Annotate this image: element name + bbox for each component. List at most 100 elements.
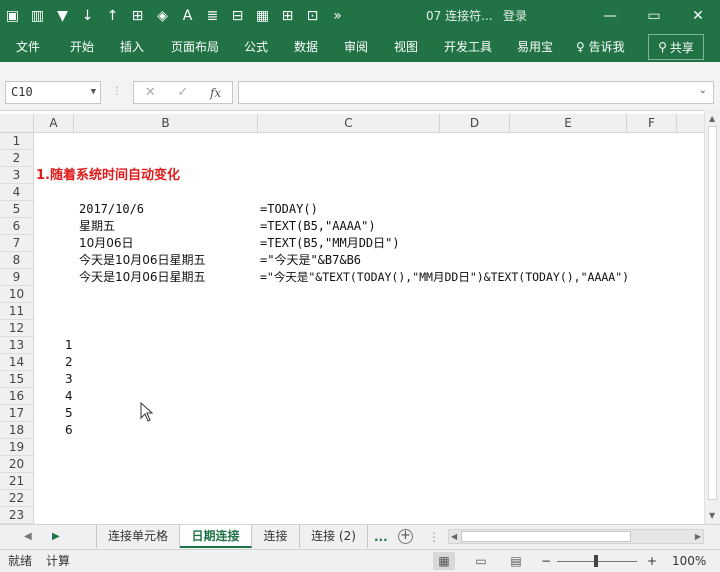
restore-icon[interactable]: ▭ xyxy=(632,0,676,32)
row-header[interactable]: 16 xyxy=(0,388,34,405)
resize-handle[interactable]: ⋮ xyxy=(112,86,122,97)
cell-b14[interactable]: 2 xyxy=(65,354,73,371)
chevron-down-icon[interactable]: ▼ xyxy=(91,82,96,103)
row-header[interactable]: 10 xyxy=(0,286,34,303)
tab-developer[interactable]: 开发工具 xyxy=(444,32,492,62)
formula-input[interactable]: ⌄ xyxy=(238,81,714,104)
vertical-scroll-thumb[interactable] xyxy=(708,126,717,500)
row-header[interactable]: 7 xyxy=(0,235,34,252)
row-header[interactable]: 12 xyxy=(0,320,34,337)
fill-color-icon[interactable]: ◈ xyxy=(150,0,175,32)
row-header[interactable]: 5 xyxy=(0,201,34,218)
prev-sheet-icon[interactable]: ◀ xyxy=(24,525,32,549)
close-icon[interactable]: ✕ xyxy=(676,0,720,32)
cell-c9[interactable]: ="今天是"&TEXT(TODAY(),"MM月DD日")&TEXT(TODAY… xyxy=(260,269,629,286)
cell-b6[interactable]: 星期五 xyxy=(79,218,115,235)
cell-c8[interactable]: ="今天是"&B7&B6 xyxy=(260,252,361,269)
add-sheet-button[interactable]: + xyxy=(398,529,413,544)
column-header-a[interactable]: A xyxy=(34,114,74,133)
column-header-g[interactable] xyxy=(677,114,704,133)
worksheet-grid[interactable]: A B C D E F 1 2 3 4 5 6 7 8 9 10 11 12 1… xyxy=(0,114,704,524)
sort-asc-icon[interactable]: ↓ xyxy=(75,0,100,32)
select-icon[interactable]: ▦ xyxy=(250,0,275,32)
cell-b9[interactable]: 今天是10月06日星期五 xyxy=(79,269,206,286)
tab-page-layout[interactable]: 页面布局 xyxy=(171,32,219,62)
zoom-level[interactable]: 100% xyxy=(672,550,706,572)
cell-b7[interactable]: 10月06日 xyxy=(79,235,134,252)
status-calculate[interactable]: 计算 xyxy=(46,550,70,572)
scroll-up-icon[interactable]: ▲ xyxy=(709,114,715,123)
more-icon[interactable]: » xyxy=(325,0,350,32)
column-header-c[interactable]: C xyxy=(258,114,440,133)
row-header[interactable]: 17 xyxy=(0,405,34,422)
row-header[interactable]: 23 xyxy=(0,507,34,524)
row-header[interactable]: 11 xyxy=(0,303,34,320)
sheet-tab-connect-2[interactable]: 连接 (2) xyxy=(300,525,368,548)
row-header[interactable]: 14 xyxy=(0,354,34,371)
freeze-icon[interactable]: ⊡ xyxy=(300,0,325,32)
zoom-slider-handle[interactable] xyxy=(594,555,598,567)
cell-b8[interactable]: 今天是10月06日星期五 xyxy=(79,252,206,269)
format-painter-icon[interactable]: ▥ xyxy=(25,0,50,32)
next-sheet-icon[interactable]: ▶ xyxy=(52,525,60,549)
column-header-f[interactable]: F xyxy=(627,114,677,133)
tab-file[interactable]: 文件 xyxy=(16,32,40,62)
row-header[interactable]: 6 xyxy=(0,218,34,235)
share-button[interactable]: ⚲ 共享 xyxy=(648,34,704,60)
minimize-icon[interactable]: — xyxy=(588,0,632,32)
grid-icon[interactable]: ⊞ xyxy=(275,0,300,32)
insert-function-icon[interactable]: fx xyxy=(210,86,221,100)
row-header[interactable]: 15 xyxy=(0,371,34,388)
cancel-icon[interactable]: ✕ xyxy=(145,85,156,100)
row-header[interactable]: 20 xyxy=(0,456,34,473)
merge-icon[interactable]: ⊟ xyxy=(225,0,250,32)
cell-b13[interactable]: 1 xyxy=(65,337,73,354)
column-header-d[interactable]: D xyxy=(440,114,510,133)
enter-icon[interactable]: ✓ xyxy=(177,85,188,100)
column-header-e[interactable]: E xyxy=(510,114,627,133)
row-header[interactable]: 19 xyxy=(0,439,34,456)
normal-view-icon[interactable]: ▦ xyxy=(433,552,455,570)
tab-review[interactable]: 审阅 xyxy=(344,32,368,62)
cell-b16[interactable]: 4 xyxy=(65,388,73,405)
select-all-corner[interactable] xyxy=(0,114,34,133)
vertical-scrollbar[interactable]: ▲ ▼ xyxy=(704,110,720,524)
row-header[interactable]: 8 xyxy=(0,252,34,269)
cell-b17[interactable]: 5 xyxy=(65,405,73,422)
cell-b15[interactable]: 3 xyxy=(65,371,73,388)
filter-icon[interactable]: ▼ xyxy=(50,0,75,32)
tab-yiyongbao[interactable]: 易用宝 xyxy=(517,32,553,62)
row-header[interactable]: 3 xyxy=(0,167,34,184)
column-header-b[interactable]: B xyxy=(74,114,258,133)
row-header[interactable]: 18 xyxy=(0,422,34,439)
cell-c5[interactable]: =TODAY() xyxy=(260,201,318,218)
tell-me[interactable]: ♀ 告诉我 xyxy=(576,32,625,62)
more-sheets-icon[interactable]: ... xyxy=(374,525,388,549)
row-header[interactable]: 2 xyxy=(0,150,34,167)
zoom-in-button[interactable]: + xyxy=(647,550,657,572)
scroll-down-icon[interactable]: ▼ xyxy=(709,511,715,520)
horizontal-scrollbar[interactable]: ◀ ▶ xyxy=(448,529,704,544)
cell-c6[interactable]: =TEXT(B5,"AAAA") xyxy=(260,218,376,235)
scroll-left-icon[interactable]: ◀ xyxy=(451,530,457,543)
borders-icon[interactable]: ⊞ xyxy=(125,0,150,32)
save-icon[interactable]: ▣ xyxy=(0,0,25,32)
tab-insert[interactable]: 插入 xyxy=(120,32,144,62)
tab-view[interactable]: 视图 xyxy=(394,32,418,62)
page-break-view-icon[interactable]: ▤ xyxy=(505,552,527,570)
row-header[interactable]: 22 xyxy=(0,490,34,507)
row-header[interactable]: 4 xyxy=(0,184,34,201)
expand-formula-icon[interactable]: ⌄ xyxy=(699,85,707,96)
tab-home[interactable]: 开始 xyxy=(70,32,94,62)
cell-c7[interactable]: =TEXT(B5,"MM月DD日") xyxy=(260,235,400,252)
cell-b18[interactable]: 6 xyxy=(65,422,73,439)
zoom-out-button[interactable]: − xyxy=(541,550,551,572)
row-header[interactable]: 13 xyxy=(0,337,34,354)
page-layout-view-icon[interactable]: ▭ xyxy=(470,552,492,570)
row-header[interactable]: 1 xyxy=(0,133,34,150)
tab-formulas[interactable]: 公式 xyxy=(244,32,268,62)
horizontal-scroll-thumb[interactable] xyxy=(461,531,631,542)
cell-a3[interactable]: 1.随着系统时间自动变化 xyxy=(36,167,180,184)
login-link[interactable]: 登录 xyxy=(503,0,527,32)
tab-splitter[interactable]: ⋮ xyxy=(428,525,440,549)
